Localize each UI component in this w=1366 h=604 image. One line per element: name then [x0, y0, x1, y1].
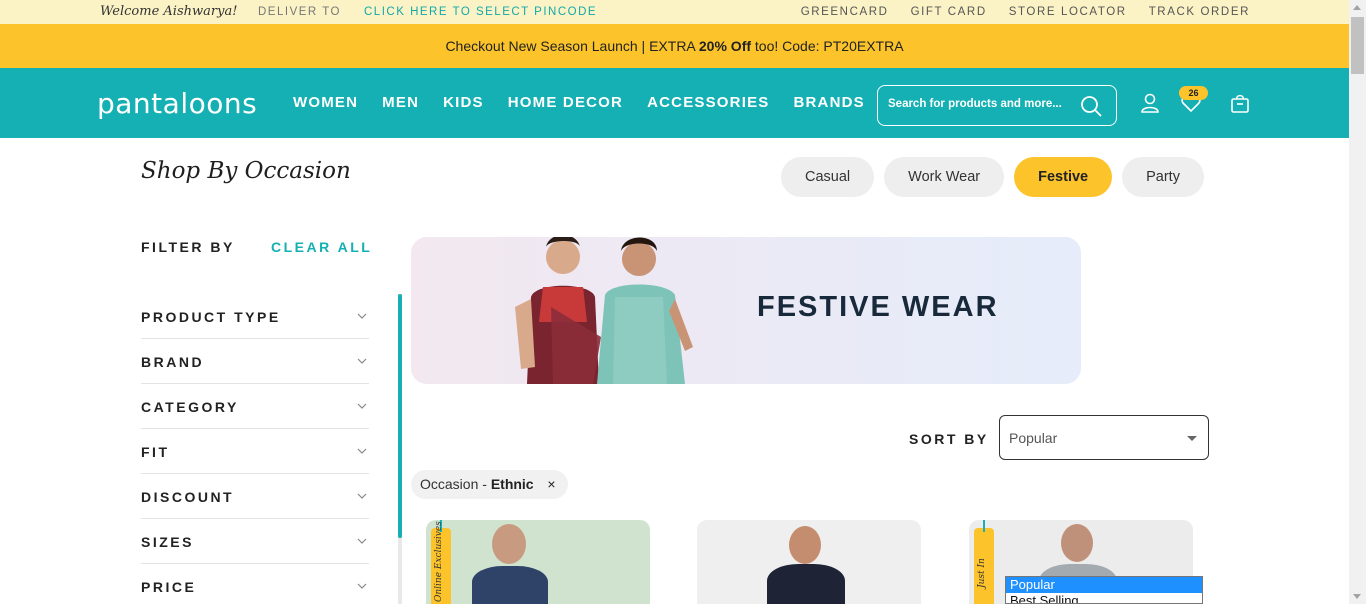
- filter-fit[interactable]: FIT: [141, 429, 369, 474]
- chevron-down-icon: [357, 493, 367, 499]
- sort-select[interactable]: Popular: [999, 415, 1209, 460]
- chevron-down-icon: [357, 538, 367, 544]
- search-icon[interactable]: [1080, 95, 1102, 117]
- search-box[interactable]: Search for products and more...: [877, 85, 1117, 126]
- filter-label: CATEGORY: [141, 399, 239, 415]
- filter-label: DISCOUNT: [141, 489, 235, 505]
- nav-home-decor[interactable]: HOME DECOR: [508, 94, 623, 111]
- banner-heading: FESTIVE WEAR: [757, 291, 999, 323]
- product-image-body: [472, 566, 548, 604]
- product-image-body: [767, 564, 845, 604]
- filter-label: FIT: [141, 444, 170, 460]
- sort-option-best-selling[interactable]: Best Selling: [1006, 593, 1202, 603]
- sort-by-label: SORT BY: [909, 431, 989, 447]
- filter-scrollbar[interactable]: [398, 294, 402, 604]
- nav-brands[interactable]: BRANDS: [793, 94, 864, 111]
- chevron-down-icon: [357, 313, 367, 319]
- promo-text-prefix: Checkout New Season Launch | EXTRA: [445, 38, 699, 54]
- clear-all-button[interactable]: CLEAR ALL: [271, 239, 372, 255]
- filter-price[interactable]: PRICE: [141, 564, 369, 604]
- gift-card-link[interactable]: GIFT CARD: [911, 6, 987, 18]
- festive-wear-banner[interactable]: FESTIVE WEAR: [411, 237, 1081, 384]
- sort-selected-value: Popular: [1009, 430, 1058, 446]
- nav-women[interactable]: WOMEN: [293, 94, 358, 111]
- occasion-party[interactable]: Party: [1122, 157, 1204, 197]
- applied-filter-chip: Occasion - Ethnic ×: [411, 470, 568, 499]
- product-tag-label: Just In: [977, 558, 987, 588]
- utility-links: GREENCARD GIFT CARD STORE LOCATOR TRACK …: [801, 6, 1250, 18]
- deliver-to-label: DELIVER TO: [258, 6, 341, 18]
- chip-prefix: Occasion -: [420, 476, 491, 492]
- utility-bar: Welcome Aishwarya! DELIVER TO CLICK HERE…: [0, 0, 1349, 24]
- filter-list: PRODUCT TYPE BRAND CATEGORY FIT DISCOUNT…: [141, 294, 369, 604]
- greencard-link[interactable]: GREENCARD: [801, 6, 889, 18]
- tag-string: [983, 520, 985, 532]
- filter-category[interactable]: CATEGORY: [141, 384, 369, 429]
- welcome-text: Welcome Aishwarya!: [100, 4, 238, 19]
- bag-icon[interactable]: [1229, 92, 1251, 114]
- occasion-festive[interactable]: Festive: [1014, 157, 1113, 197]
- main-nav: WOMEN MEN KIDS HOME DECOR ACCESSORIES BR…: [293, 94, 865, 111]
- filter-product-type[interactable]: PRODUCT TYPE: [141, 294, 369, 339]
- filter-label: PRODUCT TYPE: [141, 309, 281, 325]
- banner-models-image: [515, 237, 693, 384]
- filter-by-heading: FILTER BY: [141, 239, 235, 255]
- filter-label: PRICE: [141, 579, 197, 595]
- promo-highlight: 20% Off: [698, 38, 752, 54]
- product-image: [492, 524, 526, 564]
- nav-accessories[interactable]: ACCESSORIES: [647, 94, 769, 111]
- page-scrollbar[interactable]: [1349, 0, 1366, 604]
- caret-down-icon: [1187, 436, 1197, 441]
- chevron-down-icon: [357, 358, 367, 364]
- promo-banner[interactable]: Checkout New Season Launch | EXTRA 20% O…: [0, 24, 1349, 68]
- scroll-down-arrow-icon[interactable]: [1353, 594, 1361, 599]
- remove-filter-icon[interactable]: ×: [547, 470, 555, 499]
- promo-text-suffix: too! Code: PT20EXTRA: [751, 38, 904, 54]
- chevron-down-icon: [357, 403, 367, 409]
- store-locator-link[interactable]: STORE LOCATOR: [1009, 6, 1127, 18]
- occasion-pills: Casual Work Wear Festive Party: [781, 157, 1204, 197]
- chevron-down-icon: [357, 448, 367, 454]
- page-scrollbar-thumb[interactable]: [1351, 17, 1364, 74]
- search-placeholder: Search for products and more...: [888, 98, 1062, 110]
- product-image: [789, 526, 821, 564]
- nav-kids[interactable]: KIDS: [443, 94, 484, 111]
- user-icon[interactable]: [1139, 92, 1161, 114]
- scroll-up-arrow-icon[interactable]: [1353, 5, 1361, 10]
- product-tag: Online Exclusives: [431, 520, 451, 604]
- product-tag-label: Online Exclusives: [434, 521, 444, 602]
- nav-men[interactable]: MEN: [382, 94, 419, 111]
- pantaloons-logo[interactable]: pantaloons: [97, 87, 257, 120]
- sort-dropdown-list: Popular Best Selling: [1005, 576, 1203, 604]
- product-tag: Just In: [974, 520, 994, 604]
- filter-scrollbar-thumb[interactable]: [398, 294, 402, 538]
- chevron-down-icon: [357, 583, 367, 589]
- product-card[interactable]: [697, 520, 921, 604]
- occasion-casual[interactable]: Casual: [781, 157, 875, 197]
- occasion-work-wear[interactable]: Work Wear: [884, 157, 1005, 197]
- occasion-title: Shop By Occasion: [141, 158, 351, 184]
- main-header: pantaloons WOMEN MEN KIDS HOME DECOR ACC…: [0, 68, 1349, 138]
- select-pincode-link[interactable]: CLICK HERE TO SELECT PINCODE: [364, 6, 597, 18]
- sort-option-popular[interactable]: Popular: [1006, 577, 1202, 593]
- chip-value: Ethnic: [490, 476, 534, 492]
- filter-label: SIZES: [141, 534, 194, 550]
- filter-label: BRAND: [141, 354, 205, 370]
- filter-brand[interactable]: BRAND: [141, 339, 369, 384]
- filter-discount[interactable]: DISCOUNT: [141, 474, 369, 519]
- track-order-link[interactable]: TRACK ORDER: [1149, 6, 1250, 18]
- product-image: [1061, 524, 1093, 562]
- filter-sizes[interactable]: SIZES: [141, 519, 369, 564]
- product-card[interactable]: Online Exclusives: [426, 520, 650, 604]
- page: Welcome Aishwarya! DELIVER TO CLICK HERE…: [0, 0, 1366, 604]
- wishlist-count-badge: 26: [1179, 86, 1208, 100]
